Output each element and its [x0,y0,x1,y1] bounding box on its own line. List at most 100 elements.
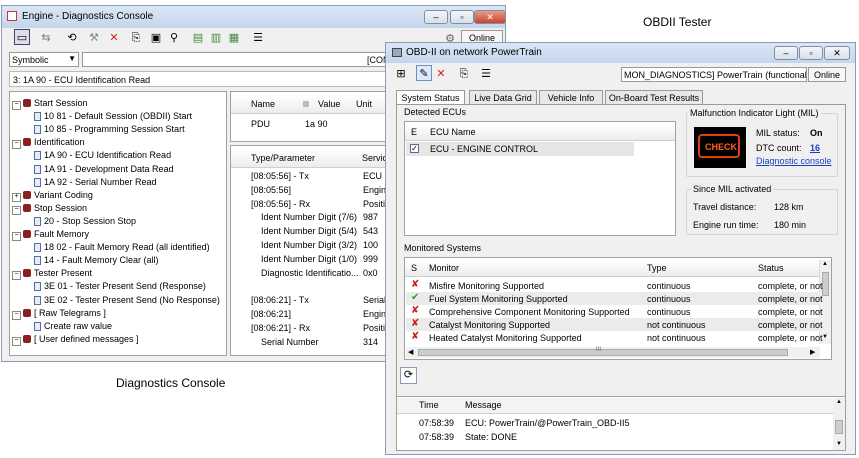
expand-toggle-icon[interactable]: − [12,310,21,320]
tab-vehicle-info[interactable]: Vehicle Info [539,90,603,104]
export-icon[interactable]: ▤ [190,30,206,46]
tree-item[interactable]: 14 - Fault Memory Clear (all) [34,255,159,266]
trace-row-type[interactable]: Ident Number Digit (1/0) [261,254,357,264]
tree-item[interactable]: 20 - Stop Session Stop [34,216,136,226]
expand-toggle-icon[interactable]: − [12,336,21,346]
tree-item[interactable]: 10 81 - Default Session (OBDII) Start [34,111,192,122]
expand-toggle-icon[interactable]: − [12,140,21,150]
connect-icon[interactable]: ⇆ [38,30,54,46]
dtc-count-link[interactable]: 16 [810,143,820,153]
tab-live-data-grid[interactable]: Live Data Grid [469,90,537,104]
expand-toggle-icon[interactable]: − [12,271,21,281]
log-vertical-scrollbar[interactable]: ▲ ▼ [833,398,845,450]
trace-col-type: Type/Parameter [251,153,316,163]
connection-field[interactable]: MON_DIAGNOSTICS] PowerTrain (functional) [621,67,807,82]
obd-maximize-button[interactable]: ▫ [799,46,823,60]
scroll-left-icon[interactable]: ◀ [408,348,413,356]
monitor-status: complete, or not [758,307,823,317]
tree-item[interactable]: 3E 01 - Tester Present Send (Response) [34,281,206,292]
tree-group[interactable]: − [ Raw Telegrams ] [12,308,106,320]
scroll-up-icon[interactable]: ▲ [822,261,828,267]
tree-group[interactable]: − Tester Present [12,268,92,281]
expand-toggle-icon[interactable]: + [12,192,21,202]
tree-group[interactable]: − Identification [12,137,85,150]
scroll-right-icon[interactable]: ▶ [810,348,815,356]
tree-group[interactable]: − Stop Session [12,203,87,215]
console-titlebar[interactable]: Engine - Diagnostics Console – ▫ ✕ [2,6,506,28]
console-icon[interactable]: ▭ [14,29,30,45]
tree-label: Stop Session [34,202,88,213]
tools-icon[interactable]: ⚒ [86,30,102,46]
folder-icon [23,308,31,317]
network-icon[interactable]: ⊞ [393,66,409,82]
monitored-horizontal-scrollbar[interactable]: ◀ III ▶ [406,347,820,358]
tree-item[interactable]: 1A 90 - ECU Identification Read [34,150,171,161]
trace-row-type[interactable]: [08:06:21] - Tx [251,295,309,305]
settings-icon[interactable]: ▦ [226,30,242,46]
stop-icon[interactable]: ✕ [433,66,449,82]
trace-row-type[interactable]: Diagnostic Identificatio... [261,268,359,278]
diagnostic-console-link[interactable]: Diagnostic console [756,156,832,166]
report-icon[interactable]: ▥ [208,30,224,46]
log-scroll-down-icon[interactable]: ▼ [836,441,842,447]
trace-row-type[interactable]: Ident Number Digit (3/2) [261,240,357,250]
tree-item[interactable]: Create raw value [34,321,112,331]
trace-row-type[interactable]: Serial Number [261,337,319,347]
ecu-checkbox[interactable]: ✓ [410,144,419,153]
trace-row-type[interactable]: Ident Number Digit (7/6) [261,212,357,222]
tree-label: 20 - Stop Session Stop [44,215,137,226]
obd-online-button[interactable]: Online [808,67,846,82]
log-scroll-up-icon[interactable]: ▲ [836,399,842,405]
copy-data-icon[interactable]: ⎘ [456,66,472,82]
obd-close-button[interactable]: ✕ [824,46,850,60]
delete-icon[interactable]: ✕ [106,30,122,46]
tree-group[interactable]: − [ User defined messages ] [12,334,139,346]
mode-select[interactable]: Symbolic ▼ [9,52,79,67]
tree-item[interactable]: 10 85 - Programming Session Start [34,124,185,135]
monitor-row[interactable]: ✘ Comprehensive Component Monitoring Supp… [406,305,823,318]
edit-icon[interactable]: ✎ [416,65,432,81]
copy-icon[interactable]: ⎘ [128,30,144,46]
obd-titlebar[interactable]: OBD-II on network PowerTrain – ▫ ✕ [386,43,855,63]
console-close-button[interactable]: ✕ [474,10,506,24]
ecu-row[interactable]: ✓ ECU - ENGINE CONTROL [406,142,634,156]
console-maximize-button[interactable]: ▫ [450,10,474,24]
history-icon[interactable]: ⟲ [64,30,80,46]
tree-item[interactable]: 1A 91 - Development Data Read [34,164,174,174]
trace-row-type[interactable]: Ident Number Digit (5/4) [261,226,357,236]
monitor-row[interactable]: ✔ Fuel System Monitoring Supported continu… [406,292,823,305]
log-scroll-thumb[interactable] [835,420,843,434]
tree-item[interactable]: 18 02 - Fault Memory Read (all identifie… [34,242,210,253]
tab-system-status[interactable]: System Status [396,90,465,105]
tree-group[interactable]: − Start Session [12,98,88,110]
monitor-row[interactable]: ✘ Heated Catalyst Monitoring Supported not… [406,331,823,344]
tree-item[interactable]: 3E 02 - Tester Present Send (No Response… [34,295,220,305]
tree-group[interactable]: − Fault Memory [12,229,89,241]
monitor-row[interactable]: ✘ Catalyst Monitoring Supported not contin… [406,318,823,331]
obd-minimize-button[interactable]: – [774,46,798,60]
monitor-row[interactable]: ✘ Misfire Monitoring Supported continuous c… [406,279,823,292]
hscroll-thumb[interactable] [418,349,788,356]
refresh-button[interactable]: ⟳ [400,367,417,384]
expand-toggle-icon[interactable]: − [12,232,21,241]
trace-row-type[interactable]: [08:06:21] [251,309,291,319]
monitor-type: not continuous [647,333,706,343]
expand-toggle-icon[interactable]: − [12,205,21,215]
save-icon[interactable]: ▣ [148,30,164,46]
list-icon[interactable]: ☰ [250,30,266,46]
detected-ecus-title: Detected ECUs [404,107,467,117]
list-view-icon[interactable]: ☰ [478,66,494,82]
tab-on-board-test-results[interactable]: On-Board Test Results [605,90,703,104]
find-icon[interactable]: ⚲ [166,30,182,46]
trace-row-type[interactable]: [08:05:56] [251,185,291,195]
console-minimize-button[interactable]: – [424,10,448,24]
tree-item[interactable]: 1A 92 - Serial Number Read [34,177,157,187]
trace-row-type[interactable]: [08:05:56] - Tx [251,171,309,181]
trace-row-type[interactable]: [08:05:56] - Rx [251,199,310,209]
tree-label: 18 02 - Fault Memory Read (all identifie… [44,242,210,253]
scroll-thumb[interactable] [822,272,829,296]
param-row-value[interactable]: 1a 90 [305,119,328,129]
expand-toggle-icon[interactable]: − [12,101,21,110]
tree-group[interactable]: + Variant Coding [12,190,93,202]
trace-row-type[interactable]: [08:06:21] - Rx [251,323,310,333]
